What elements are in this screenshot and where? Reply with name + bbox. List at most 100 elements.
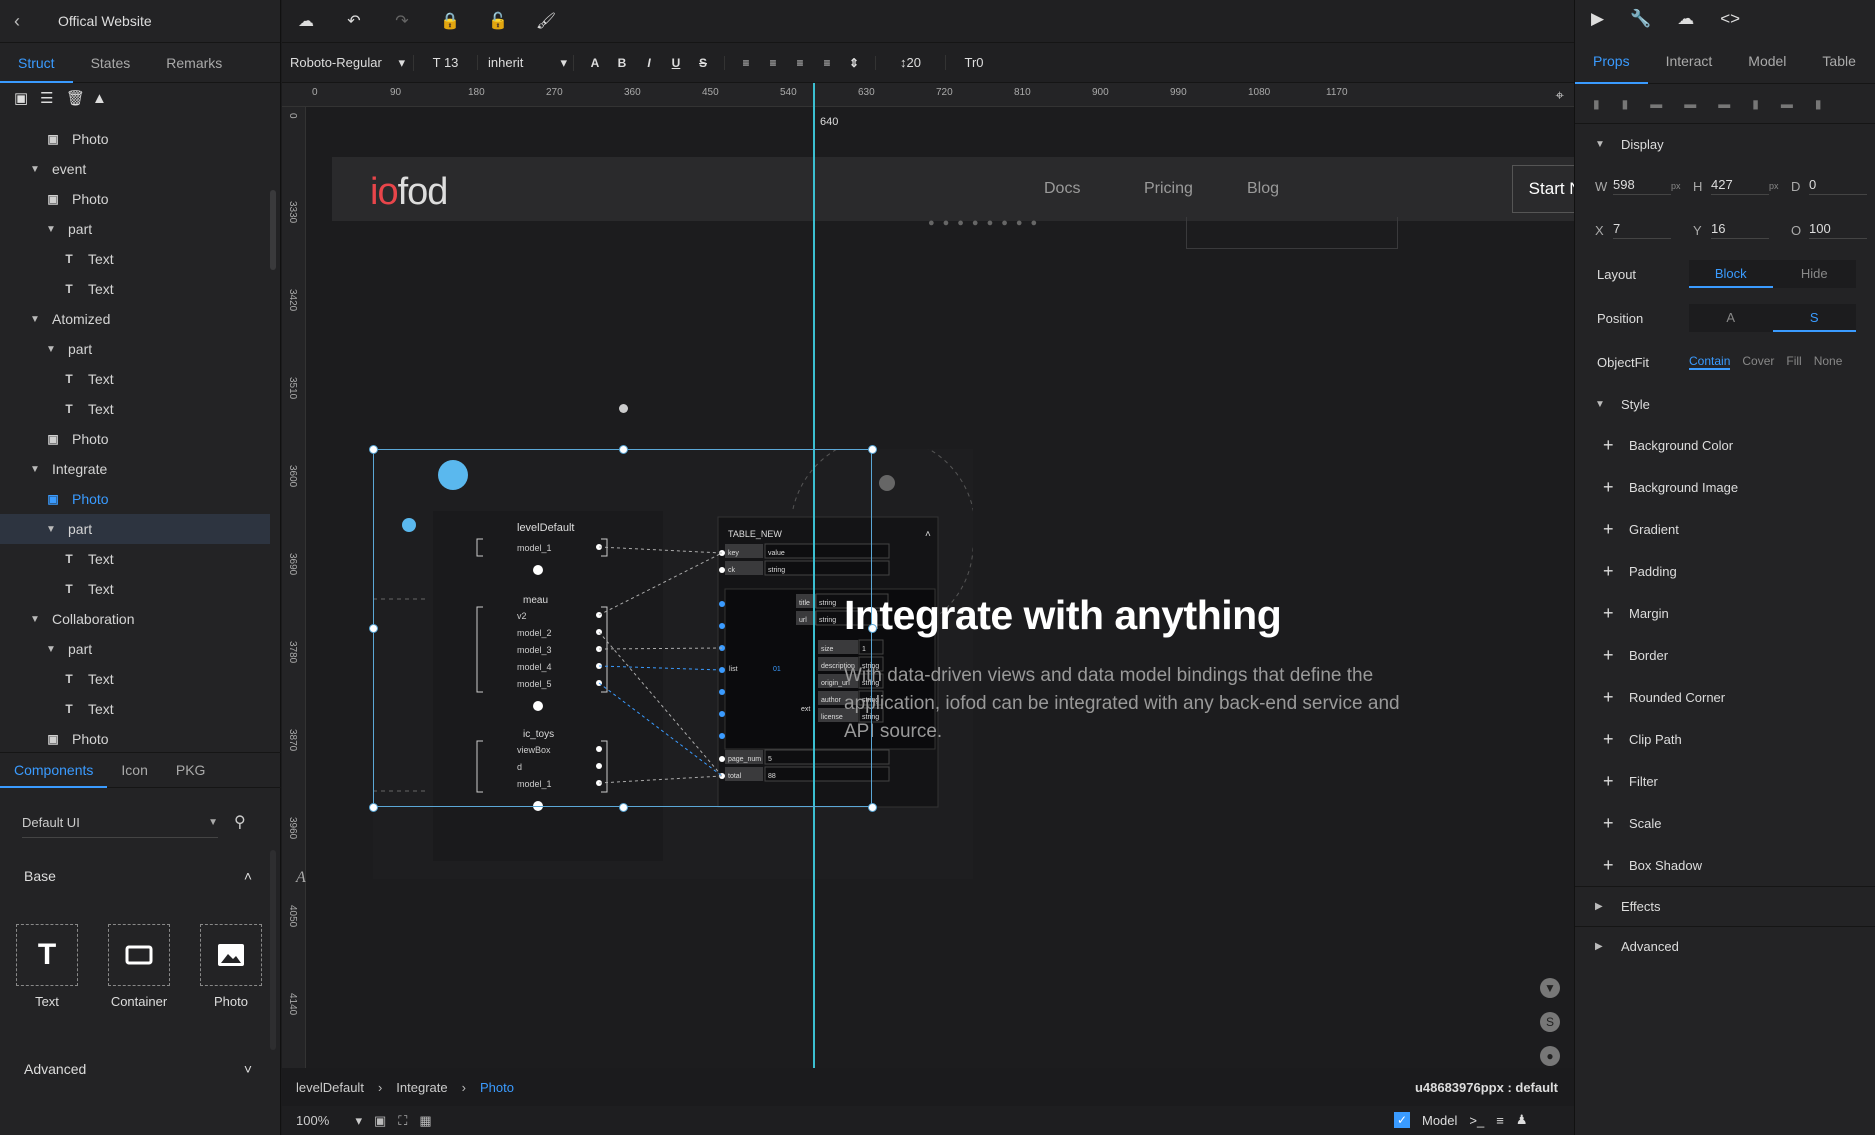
tab-interact[interactable]: Interact — [1648, 38, 1731, 84]
tab-components[interactable]: Components — [0, 752, 108, 788]
align-justify-icon[interactable]: ≡ — [818, 56, 836, 70]
assets-icon[interactable]: ▲ — [92, 91, 108, 107]
line-height-input[interactable]: ↕20 — [876, 55, 946, 70]
lock-icon[interactable]: 🔒 — [426, 11, 474, 31]
style-item[interactable]: + Gradient — [1575, 508, 1875, 550]
style-item[interactable]: + Padding — [1575, 550, 1875, 592]
text-tool-icon[interactable]: A — [296, 869, 306, 887]
tree-node[interactable]: T Text — [0, 274, 270, 304]
selection-box[interactable] — [369, 404, 877, 812]
model-checkbox[interactable]: ✓ — [1394, 1112, 1410, 1128]
font-size-input[interactable]: T 13 — [414, 55, 478, 70]
resize-handle[interactable] — [369, 445, 378, 454]
align-hcenter-icon[interactable]: ▮ — [1622, 97, 1629, 111]
tree-node[interactable]: ▼ part — [0, 334, 270, 364]
align-left-icon[interactable]: ▮ — [1593, 97, 1600, 111]
width-input[interactable]: 598 — [1613, 177, 1671, 195]
style-item[interactable]: + Scale — [1575, 802, 1875, 844]
search-icon[interactable]: ⚲ — [234, 812, 246, 832]
layout-block[interactable]: Block — [1689, 260, 1773, 288]
resize-handle[interactable] — [369, 803, 378, 812]
layout-hide[interactable]: Hide — [1773, 260, 1857, 288]
letter-spacing-input[interactable]: Tr0 — [946, 55, 1002, 70]
tree-node[interactable]: ▼ Collaboration — [0, 604, 270, 634]
library-select[interactable]: Default UI ▼ — [22, 808, 218, 838]
wrench-icon[interactable]: 🔧 — [1630, 9, 1651, 29]
redo-icon[interactable]: ↷ — [378, 11, 426, 31]
cloud-icon[interactable]: ☁ — [1677, 9, 1694, 29]
tree-node[interactable]: T Text — [0, 544, 270, 574]
resize-handle[interactable] — [868, 803, 877, 812]
tree-node[interactable]: ▣ Photo — [0, 184, 270, 214]
start-now-button[interactable]: Start Now — [1512, 165, 1574, 213]
align-right-icon[interactable]: ≡ — [791, 56, 809, 70]
tree-node[interactable]: T Text — [0, 574, 270, 604]
code-icon[interactable]: <> — [1720, 9, 1740, 29]
distribute-h-icon[interactable]: ▮ — [1752, 97, 1759, 111]
underline-icon[interactable]: U — [667, 56, 685, 70]
position-static[interactable]: S — [1772, 304, 1856, 332]
breadcrumb-item[interactable]: Integrate — [396, 1080, 447, 1095]
chevron-down-icon[interactable]: ▼ — [30, 614, 44, 625]
style-item[interactable]: + Margin — [1575, 592, 1875, 634]
tree-node[interactable]: ▼ Atomized — [0, 304, 270, 334]
advanced-right-header[interactable]: ▶ Advanced — [1575, 926, 1875, 966]
resize-handle[interactable] — [619, 803, 628, 812]
tree-node[interactable]: ▣ Photo — [0, 124, 270, 154]
italic-icon[interactable]: I — [640, 56, 658, 70]
grid-off-icon[interactable]: ▦ — [419, 1113, 431, 1129]
resize-handle[interactable] — [619, 445, 628, 454]
tree-node[interactable]: T Text — [0, 394, 270, 424]
style-item[interactable]: + Background Image — [1575, 466, 1875, 508]
rotate-handle[interactable] — [619, 404, 628, 413]
chevron-left-icon[interactable]: ‹ — [14, 11, 34, 32]
tree-node[interactable]: ▣ Photo — [0, 484, 270, 514]
tree-node[interactable]: T Text — [0, 664, 270, 694]
font-select[interactable]: Roboto-Regular ▾ — [282, 54, 414, 71]
zoom-select[interactable]: 100% ▾ — [282, 1113, 362, 1129]
undo-icon[interactable]: ↶ — [330, 11, 378, 31]
tree-node[interactable]: ▼ event — [0, 154, 270, 184]
height-input[interactable]: 427 — [1711, 177, 1769, 195]
fullscreen-icon[interactable]: ⛶ — [398, 1113, 407, 1129]
chevron-down-icon[interactable]: ▼ — [46, 644, 60, 655]
unlock-icon[interactable]: 🔓 — [474, 11, 522, 31]
s-logo-icon[interactable]: S — [1540, 1012, 1560, 1032]
nav-blog[interactable]: Blog — [1247, 157, 1279, 221]
tree-node[interactable]: ▼ part — [0, 514, 270, 544]
align-center-icon[interactable]: ≡ — [764, 56, 782, 70]
component-text[interactable]: T Text — [16, 924, 78, 1009]
cloud-upload-icon[interactable]: ☁ — [282, 11, 330, 31]
chevron-down-icon[interactable]: ▼ — [30, 164, 44, 175]
tree-node[interactable]: ▣ Photo — [0, 424, 270, 454]
component-photo[interactable]: Photo — [200, 924, 262, 1009]
tab-table[interactable]: Table — [1804, 38, 1873, 84]
tree-node[interactable]: ▼ Integrate — [0, 454, 270, 484]
component-container[interactable]: Container — [108, 924, 170, 1009]
vertical-align-icon[interactable]: ⇕ — [845, 56, 863, 70]
font-family-select[interactable]: inherit ▾ — [478, 54, 574, 71]
tab-props[interactable]: Props — [1575, 38, 1648, 84]
tree-node[interactable]: T Text — [0, 364, 270, 394]
tree-node[interactable]: ▣ Photo — [0, 724, 270, 750]
style-item[interactable]: + Clip Path — [1575, 718, 1875, 760]
breadcrumb-item[interactable]: levelDefault — [296, 1080, 364, 1095]
tree-scrollbar[interactable] — [270, 190, 276, 270]
fit-fill[interactable]: Fill — [1786, 354, 1801, 370]
depth-input[interactable]: 0 — [1809, 177, 1867, 195]
users-icon[interactable]: ♟ — [1516, 1112, 1528, 1128]
tab-pkg[interactable]: PKG — [162, 752, 220, 788]
align-bottom-icon[interactable]: ▬ — [1718, 97, 1730, 111]
y-input[interactable]: 16 — [1711, 221, 1769, 239]
fit-contain[interactable]: Contain — [1689, 354, 1731, 370]
distribute-v-icon[interactable]: ▬ — [1781, 97, 1793, 111]
fit-none[interactable]: None — [1814, 354, 1843, 370]
chevron-down-icon[interactable]: ▼ — [30, 314, 44, 325]
resize-handle[interactable] — [868, 445, 877, 454]
tab-remarks[interactable]: Remarks — [148, 43, 240, 83]
bold-icon[interactable]: B — [613, 56, 631, 70]
nav-docs[interactable]: Docs — [1044, 157, 1080, 221]
tree-node[interactable]: ▼ part — [0, 214, 270, 244]
fit-screen-icon[interactable]: ▣ — [374, 1113, 386, 1129]
align-vcenter-icon[interactable]: ▬ — [1684, 97, 1696, 111]
